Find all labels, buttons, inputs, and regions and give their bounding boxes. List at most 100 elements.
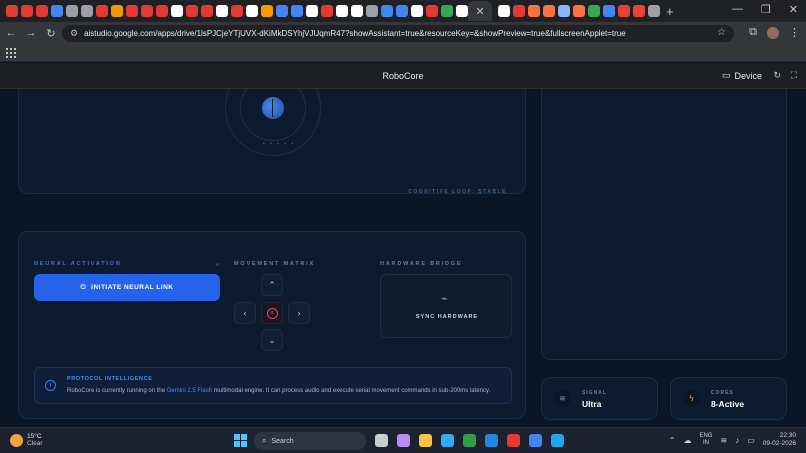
move-down-button[interactable]: ⌄ [261,329,283,351]
tab-favicon-17[interactable] [246,5,258,17]
tab-favicon-right-11[interactable] [648,5,660,17]
tab-favicon-31[interactable] [456,5,468,17]
tab-favicon-5[interactable] [66,5,78,17]
move-left-button[interactable]: ‹ [234,302,256,324]
forward-icon[interactable]: → [22,27,40,39]
tab-favicon-right-7[interactable] [588,5,600,17]
tab-favicon-16[interactable] [231,5,243,17]
control-panel: NEURAL ACTIVATION MOVEMENT MATRIX HARDWA… [18,231,526,419]
fullscreen-icon[interactable]: ⛶ [791,70,797,81]
tab-favicon-right-2[interactable] [513,5,525,17]
language-code: ENG [699,432,713,439]
taskbar-app-2[interactable] [397,434,410,447]
signal-label: SIGNAL [582,390,607,396]
taskbar-app-1[interactable] [375,434,388,447]
tab-favicon-2[interactable] [21,5,33,17]
tab-favicon-right-9[interactable] [618,5,630,17]
url-text[interactable]: aistudio.google.com/apps/drive/1lsPJCjeY… [84,29,626,38]
taskbar-app-3[interactable] [419,434,432,447]
windows-start-icon[interactable] [234,434,247,447]
tab-favicon-right-4[interactable] [543,5,555,17]
bookmark-star-icon[interactable]: ☆ [717,27,726,38]
tab-favicon-right-5[interactable] [558,5,570,17]
tab-favicon-25[interactable] [366,5,378,17]
menu-icon[interactable]: ⋮ [789,26,800,39]
tab-favicon-15[interactable] [216,5,228,17]
close-tab-icon[interactable]: ✕ [475,5,484,18]
tab-favicon-20[interactable] [291,5,303,17]
tab-favicon-8[interactable] [111,5,123,17]
neural-activation-label: NEURAL ACTIVATION [34,261,122,267]
movement-matrix-label: MOVEMENT MATRIX [234,261,315,267]
refresh-icon[interactable]: ↻ [773,70,781,81]
device-button[interactable]: ▭ Device [722,70,762,81]
taskbar-app-5[interactable] [463,434,476,447]
tab-favicon-19[interactable] [276,5,288,17]
sync-hardware-button[interactable]: ⌁ SYNC HARDWARE [380,274,512,338]
tab-favicon-28[interactable] [411,5,423,17]
battery-icon[interactable]: ▭ [747,436,755,445]
taskbar-app-7[interactable] [507,434,520,447]
volume-icon[interactable]: ♪ [735,436,739,445]
move-right-button[interactable]: › [288,302,310,324]
tab-favicon-10[interactable] [141,5,153,17]
tab-favicon-22[interactable] [321,5,333,17]
reload-icon[interactable]: ↻ [42,27,60,40]
tab-favicon-29[interactable] [426,5,438,17]
tab-favicon-4[interactable] [51,5,63,17]
language-indicator[interactable]: ENG IN [699,433,712,447]
tab-favicon-24[interactable] [351,5,363,17]
tab-favicon-12[interactable] [171,5,183,17]
minimize-button[interactable]: — [732,3,743,16]
taskbar-app-8[interactable] [529,434,542,447]
tab-favicon-right-1[interactable] [498,5,510,17]
tab-favicon-right-10[interactable] [633,5,645,17]
tab-favicon-7[interactable] [96,5,108,17]
tab-favicon-21[interactable] [306,5,318,17]
address-bar[interactable]: ⚙ aistudio.google.com/apps/drive/1lsPJCj… [62,25,734,42]
protocol-intelligence-box: i PROTOCOL INTELLIGENCE RoboCore is curr… [34,367,512,404]
apps-grid-icon[interactable] [6,48,16,58]
tab-favicon-27[interactable] [396,5,408,17]
tab-favicon-9[interactable] [126,5,138,17]
tab-favicon-11[interactable] [156,5,168,17]
profile-avatar[interactable] [767,26,779,39]
extensions-icon[interactable]: ⧉ [749,26,757,39]
tab-favicon-right-8[interactable] [603,5,615,17]
maximize-button[interactable]: ❐ [761,3,771,16]
wifi-tray-icon[interactable]: ≋ [720,436,727,445]
tab-favicon-26[interactable] [381,5,393,17]
weather-widget[interactable]: 15°C Clear [10,433,43,447]
back-icon[interactable]: ← [2,27,20,39]
clock[interactable]: 22:30 09-02-2026 [763,432,796,448]
initiate-neural-link-button[interactable]: ⏻ INITIATE NEURAL LINK [34,274,220,301]
move-up-button[interactable]: ⌃ [261,274,283,296]
tab-favicon-6[interactable] [81,5,93,17]
taskbar-search[interactable]: ⌕ Search [254,432,366,450]
tab-favicon-1[interactable] [6,5,18,17]
tab-favicon-right-3[interactable] [528,5,540,17]
onedrive-icon[interactable]: ☁ [683,436,691,445]
wifi-icon: ≋ [554,390,571,407]
tab-favicon-18[interactable] [261,5,273,17]
taskbar-app-6[interactable] [485,434,498,447]
taskbar-app-9[interactable] [551,434,564,447]
protocol-text: RoboCore is currently running on the Gem… [67,388,490,394]
active-tab[interactable]: ✕ [468,1,492,21]
tab-favicons-right [492,5,660,17]
tab-favicon-right-6[interactable] [573,5,585,17]
tray-overflow-icon[interactable]: ⌃ [669,436,676,445]
tab-favicon-14[interactable] [201,5,213,17]
bookmarks-bar [0,44,806,62]
tab-favicon-30[interactable] [441,5,453,17]
taskbar-app-4[interactable] [441,434,454,447]
new-tab-button[interactable]: + [666,4,674,19]
protocol-text-start: RoboCore is currently running on the [67,388,167,394]
site-info-icon[interactable]: ⚙ [70,28,78,39]
close-window-button[interactable]: ✕ [789,3,798,16]
orb-highlight [272,99,273,117]
tab-favicon-3[interactable] [36,5,48,17]
stop-button[interactable]: × [261,302,283,324]
tab-favicon-13[interactable] [186,5,198,17]
tab-favicon-23[interactable] [336,5,348,17]
